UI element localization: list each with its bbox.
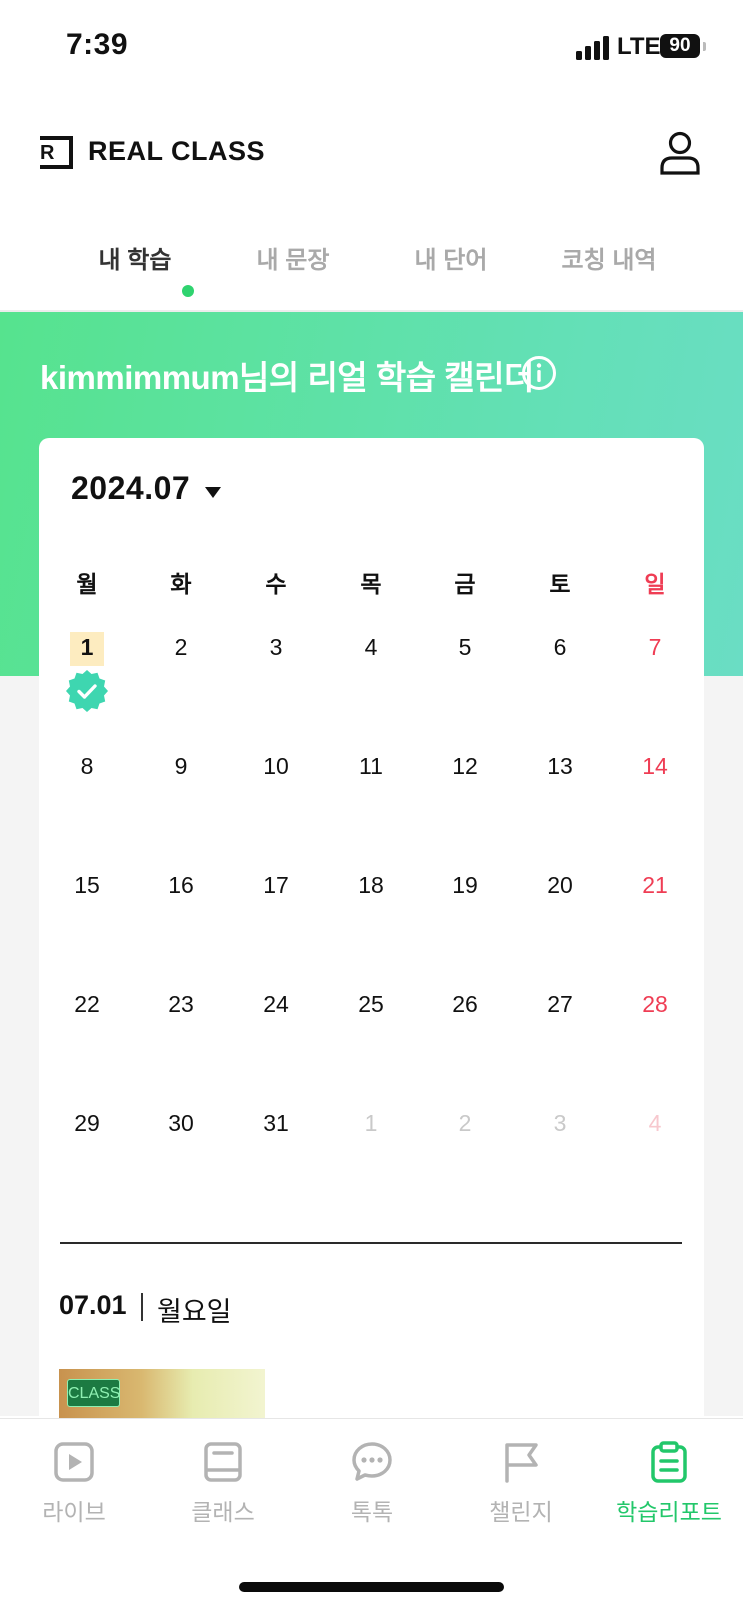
tab-my-sentences[interactable]: 내 문장 xyxy=(213,240,373,275)
nav-class[interactable]: 클래스 xyxy=(163,1419,283,1539)
nav-challenge[interactable]: 챌린지 xyxy=(461,1419,581,1539)
calendar-day[interactable]: 14 xyxy=(625,753,685,780)
calendar-day[interactable]: 10 xyxy=(246,753,306,780)
calendar-day-next-month: 1 xyxy=(364,1110,378,1136)
clipboard-icon xyxy=(651,1441,687,1483)
calendar-day[interactable]: 20 xyxy=(530,872,590,899)
date-separator xyxy=(141,1293,143,1321)
calendar-day-next-month: 3 xyxy=(553,1110,567,1136)
calendar-day[interactable]: 11 xyxy=(341,753,401,780)
tab-my-words[interactable]: 내 단어 xyxy=(371,240,531,275)
calendar-day[interactable]: 16 xyxy=(151,872,211,899)
info-icon[interactable] xyxy=(521,355,557,391)
tab-bar: 내 학습 내 문장 내 단어 코칭 내역 xyxy=(55,240,685,300)
calendar-day[interactable]: 29 xyxy=(57,1110,117,1137)
calendar-day[interactable]: 1 xyxy=(57,634,117,661)
person-icon xyxy=(660,131,700,175)
network-label: LTE xyxy=(617,33,661,60)
calendar-day[interactable]: 7 xyxy=(625,634,685,661)
nav-study-report[interactable]: 학습리포트 xyxy=(609,1419,729,1539)
tab-coaching-history[interactable]: 코칭 내역 xyxy=(529,240,689,275)
calendar-day[interactable]: 21 xyxy=(625,872,685,899)
profile-button[interactable] xyxy=(656,128,704,176)
calendar-day[interactable]: 25 xyxy=(341,991,401,1018)
tab-my-study[interactable]: 내 학습 xyxy=(55,240,215,275)
book-icon xyxy=(204,1442,242,1482)
calendar-day[interactable]: 31 xyxy=(246,1110,306,1137)
caret-down-icon xyxy=(205,487,221,498)
logo-text: REAL CLASS xyxy=(88,136,266,166)
nav-live[interactable]: 라이브 xyxy=(14,1419,134,1539)
section-divider xyxy=(60,1242,682,1244)
calendar-day[interactable]: 4 xyxy=(341,634,401,661)
calendar-day[interactable]: 13 xyxy=(530,753,590,780)
battery-icon: 90 xyxy=(660,34,700,58)
calendar-day[interactable]: 5 xyxy=(435,634,495,661)
weekday-thu: 목 xyxy=(360,571,382,597)
calendar-day[interactable]: 6 xyxy=(530,634,590,661)
calendar-day[interactable]: 28 xyxy=(625,991,685,1018)
calendar-day[interactable]: 12 xyxy=(435,753,495,780)
app-header: R REAL CLASS xyxy=(0,120,743,184)
calendar-day[interactable]: 19 xyxy=(435,872,495,899)
status-bar: 7:39 LTE 90 xyxy=(0,0,743,96)
battery-tip xyxy=(703,42,706,51)
weekday-sun: 일 xyxy=(644,571,666,597)
calendar-day[interactable]: 24 xyxy=(246,991,306,1018)
calendar-day[interactable]: 26 xyxy=(435,991,495,1018)
calendar-day[interactable]: 23 xyxy=(151,991,211,1018)
calendar-day-next-month: 2 xyxy=(458,1110,472,1136)
calendar-day[interactable]: 2 xyxy=(151,634,211,661)
calendar-day[interactable]: 8 xyxy=(57,753,117,780)
home-indicator xyxy=(239,1582,504,1592)
calendar-day[interactable]: 9 xyxy=(151,753,211,780)
nav-talk[interactable]: 톡톡 xyxy=(312,1419,432,1539)
calendar-day[interactable]: 27 xyxy=(530,991,590,1018)
weekday-mon: 월 xyxy=(76,571,98,597)
calendar-day[interactable]: 15 xyxy=(57,872,117,899)
month-label: 2024.07 xyxy=(71,470,191,506)
month-selector[interactable]: 2024.07 xyxy=(71,470,221,514)
calendar-day[interactable]: 18 xyxy=(341,872,401,899)
selected-date: 07.01 xyxy=(59,1290,127,1320)
weekday-wed: 수 xyxy=(265,571,287,597)
nav-label: 톡톡 xyxy=(350,1499,394,1525)
nav-label: 클래스 xyxy=(191,1499,255,1525)
weekday-sat: 토 xyxy=(549,571,571,597)
weekday-tue: 화 xyxy=(170,571,192,597)
class-badge: CLASS xyxy=(67,1379,120,1407)
nav-label: 라이브 xyxy=(42,1499,106,1525)
nav-label: 챌린지 xyxy=(489,1499,553,1525)
selected-weekday: 월요일 xyxy=(157,1297,232,1327)
check-badge-icon xyxy=(66,670,108,712)
calendar-day[interactable]: 17 xyxy=(246,872,306,899)
flag-icon xyxy=(505,1443,538,1483)
logo-mark-letter: R xyxy=(40,142,55,164)
calendar-day-next-month: 4 xyxy=(648,1110,662,1136)
calendar-title: kimmimmum님의 리얼 학습 캘린더 xyxy=(40,359,534,396)
play-icon xyxy=(54,1442,94,1482)
bottom-nav: 라이브 클래스 톡톡 챌린지 학습리포트 xyxy=(0,1418,743,1608)
calendar-day[interactable]: 22 xyxy=(57,991,117,1018)
status-time: 7:39 xyxy=(66,28,129,61)
chat-bubble-icon xyxy=(352,1442,392,1481)
signal-icon xyxy=(576,36,610,60)
active-tab-indicator xyxy=(182,285,194,297)
calendar-day[interactable]: 30 xyxy=(151,1110,211,1137)
calendar-day[interactable]: 3 xyxy=(246,634,306,661)
weekday-fri: 금 xyxy=(454,571,476,597)
nav-label: 학습리포트 xyxy=(616,1499,722,1525)
